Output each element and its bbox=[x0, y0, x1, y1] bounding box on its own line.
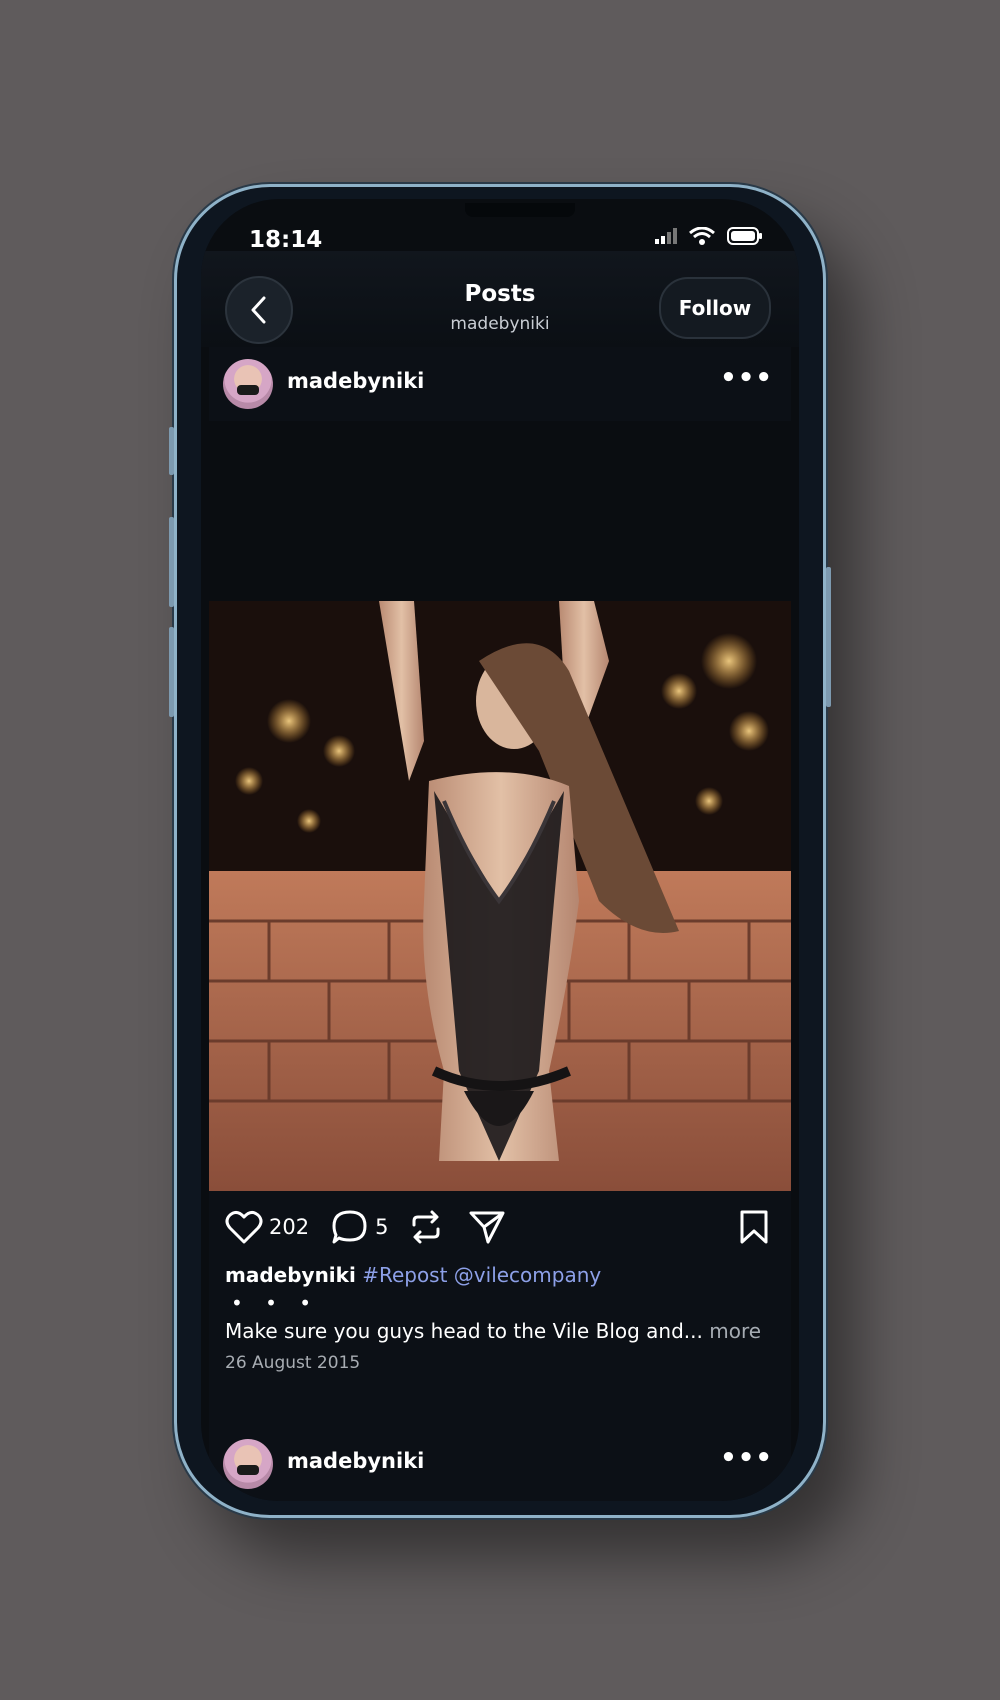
caption-more-link[interactable]: more bbox=[709, 1319, 761, 1343]
mute-switch bbox=[169, 427, 174, 475]
comment-count: 5 bbox=[375, 1215, 389, 1239]
like-count: 202 bbox=[269, 1215, 310, 1239]
avatar[interactable] bbox=[223, 1439, 273, 1489]
page-header: Posts madebyniki Follow bbox=[201, 251, 799, 347]
caption-body: Make sure you guys head to the Vile Blog… bbox=[225, 1319, 703, 1343]
post-username[interactable]: madebyniki bbox=[287, 369, 424, 393]
wifi-icon bbox=[689, 227, 715, 245]
caption-text: Make sure you guys head to the Vile Blog… bbox=[225, 1319, 761, 1343]
post-action-bar: 202 5 bbox=[225, 1207, 506, 1247]
caption-hashtags[interactable]: #Repost @vilecompany bbox=[362, 1263, 601, 1287]
post-actions-and-caption: 202 5 madebyniki #Repost @vilecompany • … bbox=[209, 1191, 791, 1427]
battery-icon bbox=[727, 227, 762, 245]
follow-button[interactable]: Follow bbox=[659, 277, 771, 339]
status-icons bbox=[655, 227, 763, 245]
post-image[interactable] bbox=[209, 601, 791, 1191]
cellular-signal-icon bbox=[655, 228, 677, 244]
volume-down-button bbox=[169, 627, 174, 717]
caption-dots: • • • bbox=[231, 1291, 320, 1315]
speaker-notch bbox=[465, 203, 575, 217]
bookmark-icon[interactable] bbox=[739, 1209, 769, 1245]
status-time: 18:14 bbox=[249, 227, 323, 253]
comment-bubble-icon[interactable] bbox=[331, 1209, 369, 1245]
caption-username[interactable]: madebyniki bbox=[225, 1263, 356, 1287]
volume-up-button bbox=[169, 517, 174, 607]
send-icon[interactable] bbox=[468, 1209, 506, 1245]
heart-icon[interactable] bbox=[225, 1209, 263, 1245]
post-header: madebyniki ••• bbox=[209, 1427, 791, 1501]
avatar[interactable] bbox=[223, 359, 273, 409]
post-date: 26 August 2015 bbox=[225, 1353, 361, 1373]
repost-icon[interactable] bbox=[408, 1209, 444, 1245]
phone-frame: 18:14 Posts madebyniki Follow madebyniki… bbox=[169, 184, 831, 1518]
post-caption: madebyniki #Repost @vilecompany bbox=[225, 1263, 601, 1287]
post-username[interactable]: madebyniki bbox=[287, 1449, 424, 1473]
post-photo-illustration bbox=[209, 601, 791, 1191]
post-header: madebyniki ••• bbox=[209, 347, 791, 421]
more-horizontal-icon[interactable]: ••• bbox=[720, 363, 773, 393]
more-horizontal-icon[interactable]: ••• bbox=[720, 1443, 773, 1473]
app-screen: 18:14 Posts madebyniki Follow madebyniki… bbox=[201, 199, 799, 1501]
power-button bbox=[826, 567, 831, 707]
